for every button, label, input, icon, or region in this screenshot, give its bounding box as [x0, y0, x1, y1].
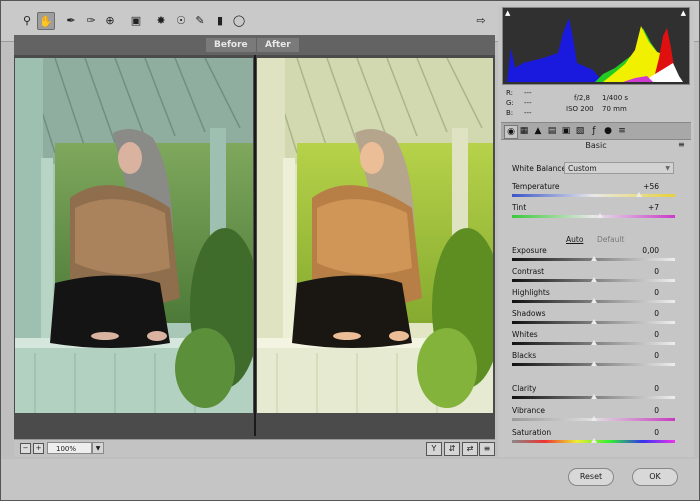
clarity-label: Clarity [512, 384, 537, 393]
focal-length-value: 70 mm [602, 105, 627, 113]
preview-mode-icon[interactable]: Y [426, 442, 442, 456]
clarity-slider-thumb[interactable] [590, 394, 597, 399]
whites-value[interactable]: 0 [654, 330, 659, 339]
shutter-value: 1/400 s [602, 94, 629, 102]
highlights-value[interactable]: 0 [654, 288, 659, 297]
after-image[interactable] [257, 58, 493, 413]
copy-settings-icon[interactable]: ⇄ [462, 442, 478, 456]
camera-readout: R: --- G: --- B: --- f/2,8 1/400 s ISO 2… [506, 89, 686, 119]
contrast-value[interactable]: 0 [654, 267, 659, 276]
iso-value: ISO 200 [566, 105, 594, 113]
temperature-label: Temperature [512, 182, 560, 191]
tint-slider[interactable] [512, 215, 675, 218]
blacks-label: Blacks [512, 351, 537, 360]
after-label: After [257, 38, 299, 52]
tint-value[interactable]: +7 [648, 203, 659, 212]
temperature-slider[interactable] [512, 194, 675, 197]
saturation-value[interactable]: 0 [654, 428, 659, 437]
white-balance-value: Custom [568, 164, 597, 173]
tint-slider-thumb[interactable] [597, 213, 604, 218]
radial-filter-icon[interactable]: ◯ [231, 12, 247, 28]
adjustment-brush-icon[interactable]: ✎ [192, 12, 208, 28]
b-value: --- [524, 109, 532, 117]
color-sampler-icon[interactable]: ✑ [83, 12, 99, 28]
lens-corrections-tab-icon[interactable]: ▧ [574, 125, 586, 137]
saturation-label: Saturation [512, 428, 552, 437]
highlight-clipping-icon[interactable]: ▲ [681, 9, 686, 17]
chevron-down-icon: ▼ [665, 165, 670, 172]
default-link[interactable]: Default [597, 235, 624, 244]
blacks-slider-thumb[interactable] [590, 361, 597, 366]
spot-removal-icon[interactable]: ✸ [153, 12, 169, 28]
before-after-bar: Before After [14, 35, 495, 55]
exposure-label: Exposure [512, 246, 547, 255]
before-label: Before [206, 38, 256, 52]
crop-icon[interactable]: ▣ [128, 12, 144, 28]
zoom-tool-icon[interactable]: ⚲ [19, 12, 35, 28]
section-title: Basic [585, 141, 607, 150]
zoom-level-field[interactable]: 100% [47, 442, 92, 454]
r-value: --- [524, 89, 532, 97]
saturation-slider-thumb[interactable] [590, 438, 597, 443]
highlights-label: Highlights [512, 288, 550, 297]
panel-menu-icon[interactable]: ≡ [678, 140, 685, 149]
auto-link[interactable]: Auto [566, 235, 583, 244]
swap-settings-icon[interactable]: ⇵ [444, 442, 460, 456]
shadows-label: Shadows [512, 309, 546, 318]
split-toning-tab-icon[interactable]: ▣ [560, 125, 572, 137]
tone-curve-tab-icon[interactable]: ▦ [518, 125, 530, 137]
clarity-value[interactable]: 0 [654, 384, 659, 393]
targeted-adjust-icon[interactable]: ⊕ [102, 12, 118, 28]
b-label: B: [506, 109, 514, 117]
contrast-label: Contrast [512, 267, 545, 276]
whites-slider-thumb[interactable] [590, 340, 597, 345]
histogram: ▲ ▲ [502, 7, 690, 85]
shadow-clipping-icon[interactable]: ▲ [505, 9, 510, 17]
red-eye-icon[interactable]: ☉ [173, 12, 189, 28]
aperture-value: f/2,8 [574, 94, 590, 102]
zoom-out-button[interactable]: − [20, 443, 31, 454]
camera-raw-window: ⚲ ✋ ✒ ✑ ⊕ ▣ ✸ ☉ ✎ ▮ ◯ ⇨ Before After − +… [0, 0, 700, 501]
before-image[interactable] [15, 58, 253, 413]
histogram-graph [507, 18, 683, 82]
hsl-tab-icon[interactable]: ▤ [546, 125, 558, 137]
shadows-slider-thumb[interactable] [590, 319, 597, 324]
white-balance-icon[interactable]: ✒ [63, 12, 79, 28]
r-label: R: [506, 89, 514, 97]
shadows-value[interactable]: 0 [654, 309, 659, 318]
temperature-value[interactable]: +56 [643, 182, 659, 191]
highlights-slider-thumb[interactable] [590, 298, 597, 303]
white-balance-label: White Balance: [512, 164, 569, 173]
ok-button[interactable]: OK [632, 468, 678, 486]
preview-settings-icon[interactable]: ≡ [479, 442, 495, 456]
reset-button[interactable]: Reset [568, 468, 614, 486]
blacks-value[interactable]: 0 [654, 351, 659, 360]
presets-tab-icon[interactable]: ≡ [616, 125, 628, 137]
graduated-filter-icon[interactable]: ▮ [212, 12, 228, 28]
vibrance-label: Vibrance [512, 406, 545, 415]
tint-label: Tint [512, 203, 527, 212]
effects-tab-icon[interactable]: ƒ [588, 125, 600, 137]
before-after-divider [254, 55, 256, 436]
vibrance-slider-thumb[interactable] [590, 416, 597, 421]
whites-label: Whites [512, 330, 538, 339]
g-value: --- [524, 99, 532, 107]
hand-tool-icon[interactable]: ✋ [37, 12, 55, 30]
exposure-value[interactable]: 0,00 [642, 246, 659, 255]
g-label: G: [506, 99, 514, 107]
preview-status-bar: − + 100% ▼ Y ⇵ ⇄ ≡ [14, 439, 495, 457]
toggle-fullscreen-icon[interactable]: ⇨ [473, 12, 489, 28]
temperature-slider-thumb[interactable] [636, 192, 643, 197]
panel-tabs: ◉ ▦ ▲ ▤ ▣ ▧ ƒ ● ≡ [501, 122, 691, 140]
basic-tab-icon[interactable]: ◉ [504, 125, 518, 139]
zoom-in-button[interactable]: + [33, 443, 44, 454]
vibrance-value[interactable]: 0 [654, 406, 659, 415]
white-balance-select[interactable]: Custom ▼ [564, 162, 674, 174]
exposure-slider-thumb[interactable] [590, 256, 597, 261]
camera-calibration-tab-icon[interactable]: ● [602, 125, 614, 137]
detail-tab-icon[interactable]: ▲ [532, 125, 544, 137]
contrast-slider-thumb[interactable] [590, 277, 597, 282]
zoom-dropdown-icon[interactable]: ▼ [92, 442, 104, 454]
